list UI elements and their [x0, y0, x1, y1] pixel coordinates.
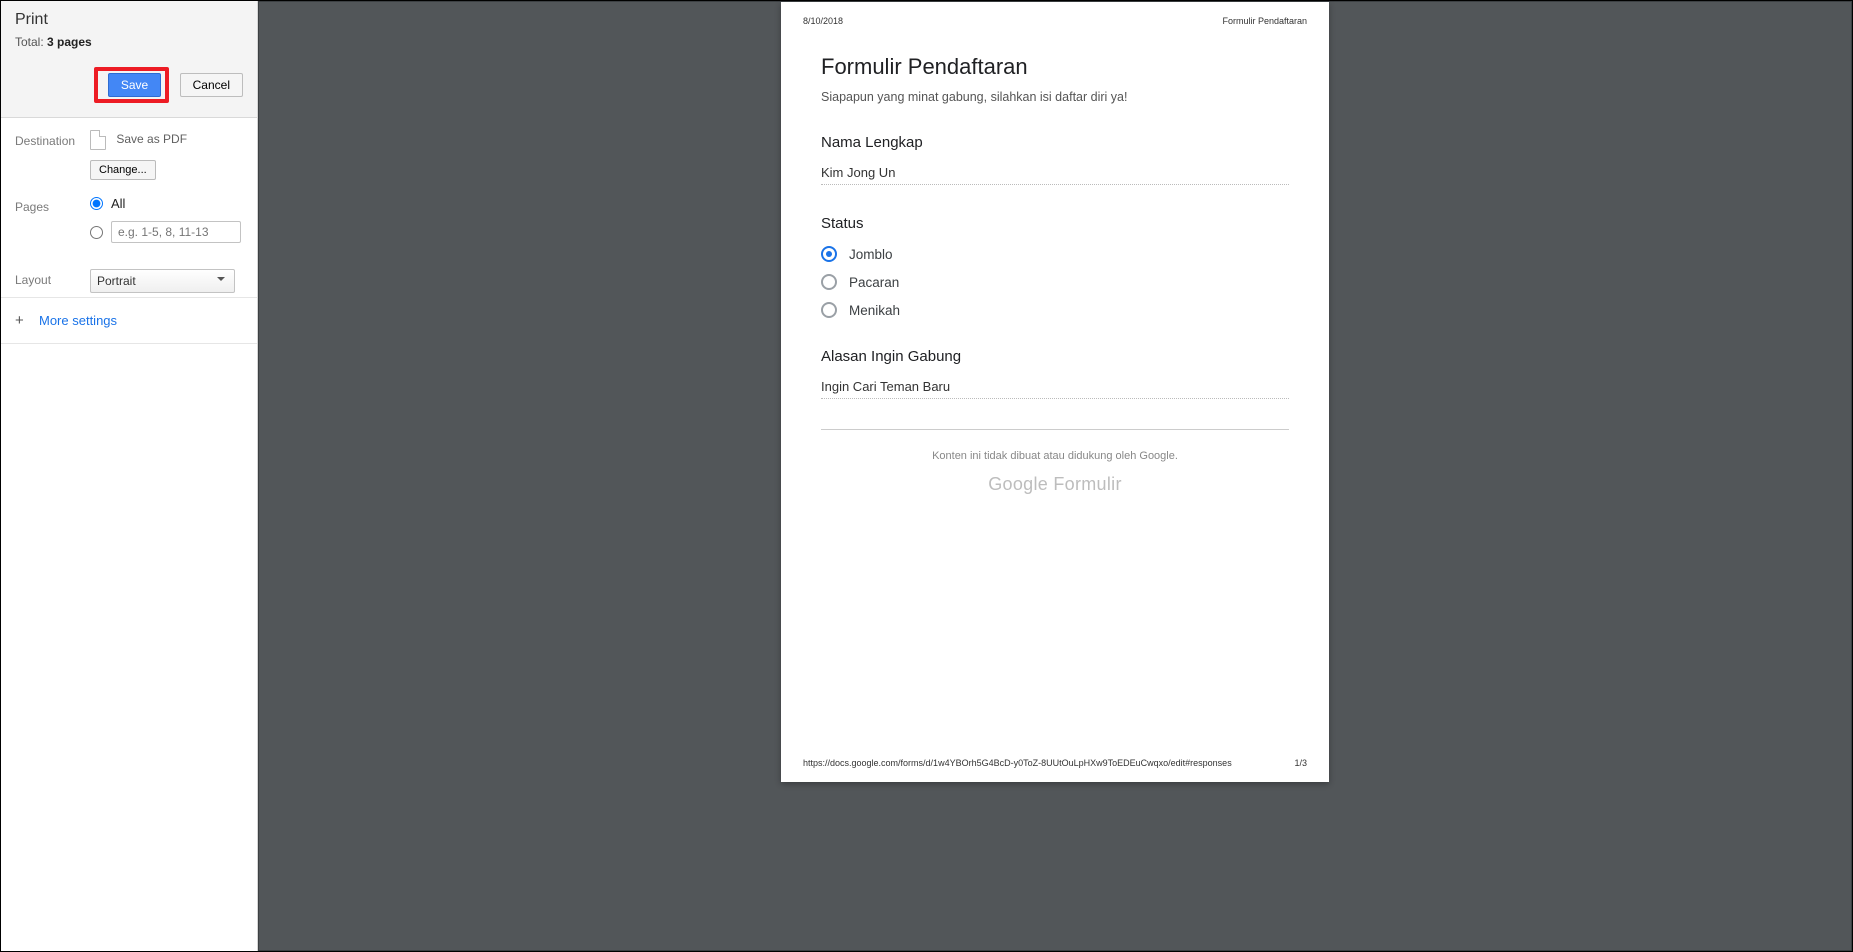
- pages-label: Pages: [15, 196, 90, 214]
- status-option: Pacaran: [821, 274, 1289, 290]
- layout-select[interactable]: Portrait: [90, 269, 235, 293]
- separator: [821, 429, 1289, 430]
- page-footer: https://docs.google.com/forms/d/1w4YBOrh…: [803, 758, 1307, 768]
- question-name: Nama Lengkap Kim Jong Un: [821, 134, 1289, 185]
- destination-value: Save as PDF: [90, 130, 243, 150]
- pages-all-radio[interactable]: [90, 197, 103, 210]
- total-pages: Total: 3 pages: [15, 35, 243, 49]
- more-settings-toggle[interactable]: + More settings: [1, 298, 257, 343]
- pdf-file-icon: [90, 130, 106, 150]
- panel-header: Print Total: 3 pages Save Cancel: [1, 1, 257, 118]
- page-body: Formulir Pendaftaran Siapapun yang minat…: [781, 26, 1329, 495]
- layout-label: Layout: [15, 269, 90, 287]
- footer-page-number: 1/3: [1294, 758, 1307, 768]
- panel-title: Print: [15, 11, 243, 29]
- print-panel: Print Total: 3 pages Save Cancel Destina…: [1, 1, 258, 951]
- layout-section: Layout Portrait: [1, 257, 257, 297]
- cancel-button[interactable]: Cancel: [180, 73, 243, 97]
- radio-selected-icon: [821, 246, 837, 262]
- destination-section: Destination Save as PDF Change...: [1, 118, 257, 184]
- button-row: Save Cancel: [15, 67, 243, 103]
- question-reason: Alasan Ingin Gabung Ingin Cari Teman Bar…: [821, 348, 1289, 399]
- radio-icon: [821, 302, 837, 318]
- google-note: Konten ini tidak dibuat atau didukung ol…: [821, 450, 1289, 462]
- radio-icon: [821, 274, 837, 290]
- preview-stage[interactable]: 8/10/2018 Formulir Pendaftaran Formulir …: [258, 1, 1852, 951]
- pages-section: Pages All: [1, 184, 257, 257]
- status-option: Jomblo: [821, 246, 1289, 262]
- divider: [1, 343, 257, 344]
- page-doc-title: Formulir Pendaftaran: [1222, 16, 1307, 26]
- page-header: 8/10/2018 Formulir Pendaftaran: [781, 2, 1329, 26]
- page-date: 8/10/2018: [803, 16, 843, 26]
- save-highlight: Save: [94, 67, 169, 103]
- change-destination-button[interactable]: Change...: [90, 160, 156, 180]
- save-button[interactable]: Save: [108, 73, 161, 97]
- pages-range-input[interactable]: [111, 221, 241, 243]
- pages-range-option[interactable]: [90, 221, 243, 243]
- pages-all-option[interactable]: All: [90, 196, 243, 211]
- status-option: Menikah: [821, 302, 1289, 318]
- question-status: Status Jomblo Pacaran Menikah: [821, 215, 1289, 318]
- preview-page: 8/10/2018 Formulir Pendaftaran Formulir …: [781, 2, 1329, 782]
- destination-label: Destination: [15, 130, 90, 148]
- pages-range-radio[interactable]: [90, 226, 103, 239]
- form-title: Formulir Pendaftaran: [821, 54, 1289, 80]
- footer-url: https://docs.google.com/forms/d/1w4YBOrh…: [803, 758, 1232, 768]
- form-description: Siapapun yang minat gabung, silahkan isi…: [821, 90, 1289, 104]
- google-forms-logo: Google Formulir: [821, 474, 1289, 495]
- plus-icon: +: [15, 312, 39, 329]
